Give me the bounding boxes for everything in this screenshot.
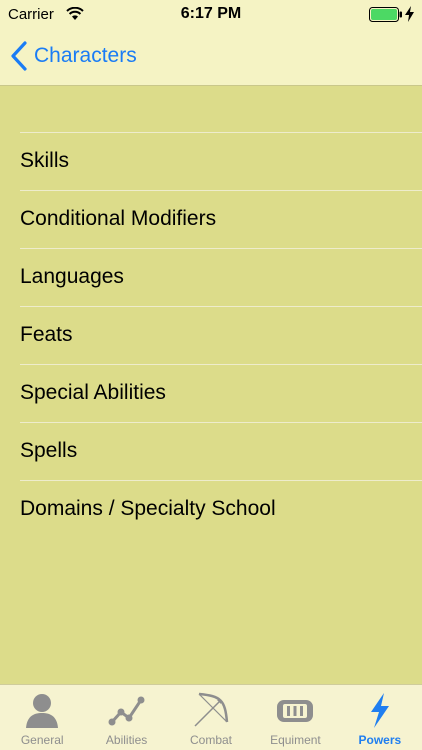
list-item-label: Spells (20, 439, 78, 462)
bow-icon (194, 692, 229, 727)
list-item-conditional-modifiers[interactable]: Conditional Modifiers (0, 190, 422, 248)
tab-combat[interactable]: Combat (169, 685, 253, 750)
list-item-label: Domains / Specialty School (20, 497, 276, 520)
person-icon (26, 694, 59, 728)
battery-icon (369, 7, 402, 22)
list-item-label: Feats (20, 323, 73, 346)
tab-label: Abilities (105, 733, 148, 747)
list-item-label: Conditional Modifiers (20, 207, 217, 230)
tab-label: Equiment (270, 733, 321, 747)
list-item-label: Languages (20, 265, 124, 288)
tab-label: Combat (190, 733, 233, 747)
list-item-skills[interactable]: Skills (0, 132, 422, 190)
status-bar: Carrier 6:17 PM (0, 0, 422, 30)
powers-menu-list: Skills Conditional Modifiers Languages F… (0, 132, 422, 538)
back-button[interactable]: Characters (10, 40, 137, 72)
tab-abilities[interactable]: Abilities (84, 685, 168, 750)
tab-general[interactable]: General (0, 685, 84, 750)
tab-bar: General Abilities Combat Equiment Powers (0, 684, 422, 750)
lightning-icon (370, 693, 389, 728)
tab-powers[interactable]: Powers (338, 685, 422, 750)
list-item-domains-specialty-school[interactable]: Domains / Specialty School (0, 480, 422, 538)
list-item-label: Skills (20, 149, 70, 172)
list-item-languages[interactable]: Languages (0, 248, 422, 306)
gear-icon (277, 700, 314, 722)
chevron-left-icon (11, 41, 27, 71)
back-button-label: Characters (34, 44, 137, 67)
tab-label: General (20, 733, 64, 747)
tab-equiment[interactable]: Equiment (253, 685, 337, 750)
charging-bolt-icon (405, 6, 414, 22)
status-time: 6:17 PM (180, 5, 242, 22)
list-item-feats[interactable]: Feats (0, 306, 422, 364)
navigation-header: Carrier 6:17 PM Characters (0, 0, 422, 86)
list-item-spells[interactable]: Spells (0, 422, 422, 480)
line-graph-icon (108, 696, 145, 726)
list-item-special-abilities[interactable]: Special Abilities (0, 364, 422, 422)
tab-label: Powers (358, 733, 402, 747)
list-item-label: Special Abilities (20, 381, 166, 404)
